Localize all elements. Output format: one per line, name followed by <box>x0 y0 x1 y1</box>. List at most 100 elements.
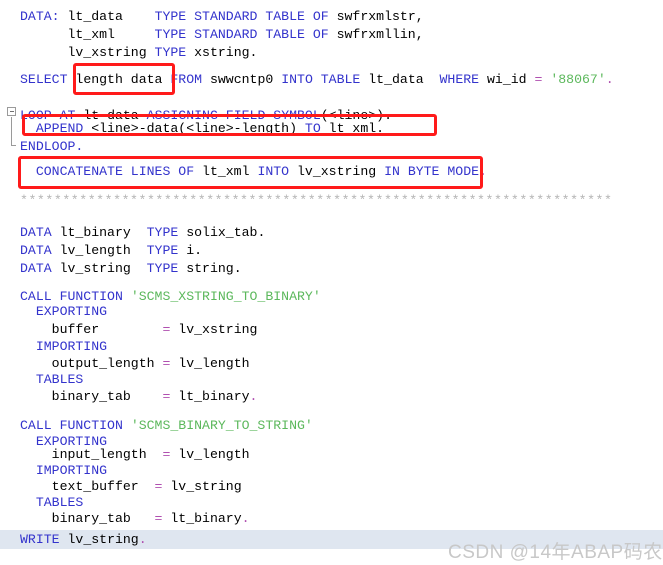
code-line-33: binary_tab = lt_binary. <box>20 510 250 528</box>
token-keyword: TYPE STANDARD TABLE OF <box>154 27 329 42</box>
token-keyword: TABLES <box>35 372 84 387</box>
token-keyword: FROM <box>170 72 203 87</box>
token-keyword: TYPE <box>154 45 187 60</box>
code-line-25: binary_tab = lt_binary. <box>20 388 258 406</box>
token-identifier: <line>-data(<line>-length) <box>91 121 297 136</box>
token-keyword: IN BYTE MODE <box>384 164 480 179</box>
abap-code-editor[interactable]: DATA: lt_data TYPE STANDARD TABLE OF swf… <box>0 0 663 565</box>
token-identifier: text_buffer <box>51 479 139 494</box>
token-keyword: TYPE <box>146 225 179 240</box>
code-line-3: lv_xstring TYPE xstring. <box>20 44 257 62</box>
csdn-watermark: CSDN @14年ABAP码农 <box>448 542 663 563</box>
token-keyword: DATA <box>20 243 52 258</box>
token-identifier: input_length <box>51 447 147 462</box>
code-line-35: WRITE lv_string. <box>20 531 147 549</box>
token-identifier: lt_binary <box>178 389 250 404</box>
token-identifier: string. <box>186 261 242 276</box>
token-keyword: IMPORTING <box>35 463 108 478</box>
token-identifier: lv_string <box>170 479 242 494</box>
token-keyword: CONCATENATE LINES OF <box>35 164 195 179</box>
code-line-8: APPEND <line>-data(<line>-length) TO lt … <box>20 120 384 138</box>
token-identifier: lv_length <box>178 356 250 371</box>
code-line-21: buffer = lv_xstring <box>20 321 258 339</box>
token-operator: . <box>605 72 614 87</box>
code-line-20: EXPORTING <box>20 303 107 321</box>
token-keyword: TYPE <box>146 261 179 276</box>
token-operator: . <box>479 164 487 179</box>
token-keyword: CALL FUNCTION <box>20 289 123 304</box>
token-identifier: output_length <box>51 356 155 371</box>
code-line-24: TABLES <box>20 371 83 389</box>
token-keyword: ENDLOOP. <box>20 139 84 154</box>
token-identifier: lv_xstring <box>178 322 258 337</box>
token-identifier: lt_data <box>67 9 123 24</box>
code-line-5: SELECT length data FROM swwcntp0 INTO TA… <box>20 71 614 89</box>
token-identifier: lt_binary <box>170 511 242 526</box>
code-line-15: DATA lt_binary TYPE solix_tab. <box>20 224 265 242</box>
token-keyword: DATA <box>20 225 52 240</box>
token-identifier: lv_string <box>59 261 131 276</box>
code-line-9: ENDLOOP. <box>20 138 83 156</box>
token-identifier: lt_data <box>368 72 424 87</box>
token-keyword: TYPE <box>146 243 179 258</box>
token-identifier: lv_xstring <box>67 45 147 60</box>
token-keyword: TYPE STANDARD TABLE OF <box>154 9 329 24</box>
token-keyword: SELECT <box>20 72 68 87</box>
code-line-11: CONCATENATE LINES OF lt_xml INTO lv_xstr… <box>20 163 487 181</box>
token-keyword: TABLES <box>35 495 84 510</box>
token-identifier: lt_binary <box>59 225 131 240</box>
token-keyword: WRITE <box>20 532 60 547</box>
code-line-16: DATA lv_length TYPE i. <box>20 242 202 260</box>
token-identifier: buffer <box>51 322 100 337</box>
token-identifier: swfrxmlstr, <box>336 9 424 24</box>
token-operator: . <box>241 511 250 526</box>
code-lines: DATA: lt_data TYPE STANDARD TABLE OF swf… <box>0 0 663 565</box>
code-line-2: lt_xml TYPE STANDARD TABLE OF swfrxmllin… <box>20 26 423 44</box>
token-keyword: INTO <box>257 164 290 179</box>
token-keyword: CALL FUNCTION <box>20 418 123 433</box>
token-identifier: solix_tab. <box>186 225 266 240</box>
token-keyword: EXPORTING <box>35 304 108 319</box>
token-identifier: lt_xml <box>202 164 250 179</box>
token-identifier: lv_string <box>67 532 139 547</box>
token-operator: . <box>138 532 147 547</box>
token-operator: . <box>249 389 258 404</box>
code-line-13-comment: ****************************************… <box>20 193 613 208</box>
token-identifier: binary_tab <box>51 389 131 404</box>
code-line-17: DATA lv_string TYPE string. <box>20 260 242 278</box>
token-identifier: lv_length <box>59 243 131 258</box>
token-identifier: lv_xstring <box>297 164 377 179</box>
